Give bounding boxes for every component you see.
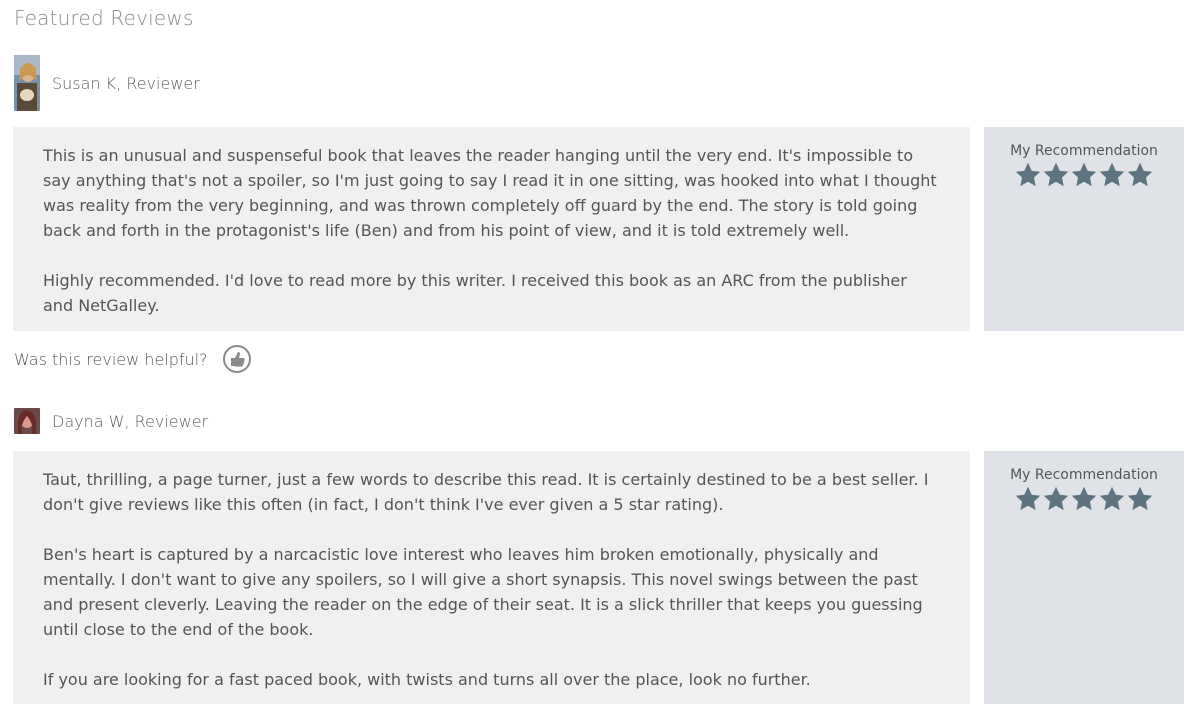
helpful-row: Was this review helpful? xyxy=(14,344,252,374)
recommendation-label: My Recommendation xyxy=(1010,467,1158,483)
reviewer-2: Dayna W, Reviewer xyxy=(14,408,208,434)
helpful-prompt: Was this review helpful? xyxy=(14,349,208,369)
avatar[interactable] xyxy=(14,408,40,434)
review-paragraph: This is an unusual and suspenseful book … xyxy=(43,146,937,240)
star-icon xyxy=(1043,486,1069,511)
review-paragraph: Highly recommended. I'd love to read mor… xyxy=(43,271,907,315)
star-icon xyxy=(1099,162,1125,187)
avatar[interactable] xyxy=(14,55,40,111)
recommendation-box: My Recommendation xyxy=(984,127,1184,331)
star-icon xyxy=(1015,162,1041,187)
reviewer-name: Dayna W, Reviewer xyxy=(52,411,209,431)
review-paragraph: Taut, thrilling, a page turner, just a f… xyxy=(43,470,929,514)
thumbs-up-icon[interactable] xyxy=(222,344,252,374)
section-title: Featured Reviews xyxy=(14,6,194,30)
star-icon xyxy=(1127,162,1153,187)
star-rating xyxy=(984,161,1184,189)
star-icon xyxy=(1127,486,1153,511)
star-icon xyxy=(1071,486,1097,511)
star-icon xyxy=(1015,486,1041,511)
review-text-box: Taut, thrilling, a page turner, just a f… xyxy=(13,451,970,704)
reviewer-name: Susan K, Reviewer xyxy=(52,73,200,93)
reviewer-1: Susan K, Reviewer xyxy=(14,55,200,111)
star-icon xyxy=(1043,162,1069,187)
recommendation-box: My Recommendation xyxy=(984,451,1184,704)
star-rating xyxy=(984,485,1184,513)
recommendation-label: My Recommendation xyxy=(1010,143,1158,159)
star-icon xyxy=(1099,486,1125,511)
review-text-box: This is an unusual and suspenseful book … xyxy=(13,127,970,331)
review-paragraph: If you are looking for a fast paced book… xyxy=(43,670,811,689)
review-paragraph: Ben's heart is captured by a narcacistic… xyxy=(43,545,923,639)
star-icon xyxy=(1071,162,1097,187)
